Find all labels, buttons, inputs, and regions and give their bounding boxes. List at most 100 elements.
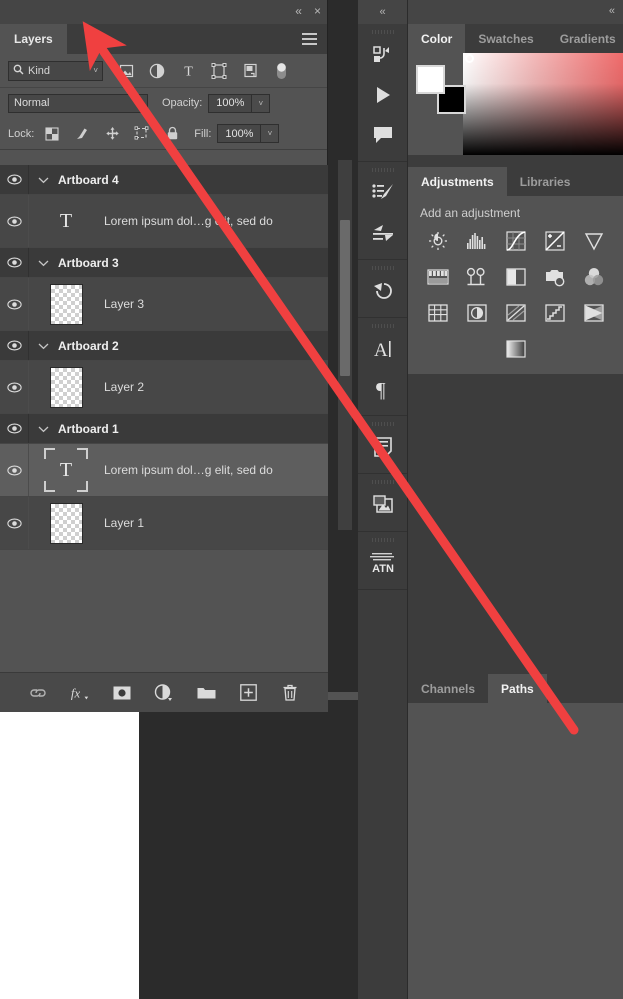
foreground-color-swatch[interactable] [416, 65, 445, 94]
table-row[interactable]: Layer 1 [0, 497, 328, 550]
channel-mixer-icon[interactable] [583, 266, 605, 288]
layer-visibility-toggle[interactable] [0, 299, 28, 310]
lock-image-pixels-icon[interactable] [74, 126, 90, 142]
new-adjustment-layer-icon[interactable] [154, 683, 174, 703]
hamburger-menu-icon[interactable] [302, 33, 317, 48]
tab-libraries[interactable]: Libraries [507, 167, 584, 196]
chevron-down-icon[interactable] [28, 176, 58, 184]
blend-mode-select[interactable]: Normal [8, 93, 148, 113]
scrollbar-thumb[interactable] [340, 220, 350, 376]
color-lookup-icon[interactable] [427, 302, 449, 324]
adjustment-layer-filter-icon[interactable] [148, 62, 166, 80]
panel-grip[interactable] [358, 322, 407, 329]
smart-object-filter-icon[interactable] [241, 62, 259, 80]
table-row[interactable]: Layer 3 [0, 278, 328, 331]
layer-thumbnail[interactable] [28, 366, 104, 408]
layer-visibility-toggle[interactable] [0, 423, 28, 434]
delete-layer-icon[interactable] [280, 683, 300, 703]
hue-saturation-icon[interactable] [426, 266, 449, 288]
play-actions-icon[interactable] [358, 75, 407, 115]
document-canvas[interactable] [0, 700, 139, 999]
panel-grip[interactable] [358, 536, 407, 543]
shape-layer-filter-icon[interactable] [210, 62, 228, 80]
table-row[interactable]: Artboard 2 [0, 331, 328, 361]
filter-kind-dropdown[interactable]: Kind ˅ [8, 60, 103, 81]
curves-icon[interactable] [505, 230, 527, 252]
layer-visibility-toggle[interactable] [0, 216, 28, 227]
tab-gradients[interactable]: Gradients [547, 24, 623, 53]
table-row[interactable]: Artboard 3 [0, 248, 328, 278]
table-row[interactable]: T Lorem ipsum dol…g elit, sed do [0, 195, 328, 248]
layer-thumbnail[interactable]: T [28, 199, 104, 243]
panel-grip[interactable] [358, 478, 407, 485]
layer-visibility-toggle[interactable] [0, 518, 28, 529]
tab-color[interactable]: Color [408, 24, 466, 53]
tab-adjustments[interactable]: Adjustments [408, 167, 507, 196]
layers-panel-scrollbar[interactable] [338, 160, 352, 530]
actions-panel-icon[interactable]: ATN [358, 543, 407, 583]
brush-presets-icon[interactable] [358, 173, 407, 213]
pixel-layer-filter-icon[interactable] [117, 62, 135, 80]
new-layer-icon[interactable] [238, 683, 258, 703]
tool-presets-icon[interactable] [358, 213, 407, 253]
filter-toggle-icon[interactable] [272, 62, 290, 80]
fill-chevron-down-icon[interactable]: ˅ [261, 124, 280, 143]
layer-visibility-toggle[interactable] [0, 382, 28, 393]
tab-channels[interactable]: Channels [408, 674, 488, 703]
paths-panel-body[interactable] [408, 703, 623, 999]
rail-collapse-icon[interactable]: « [358, 0, 407, 24]
color-ramp[interactable] [463, 53, 623, 155]
color-picker-marker-icon[interactable] [465, 54, 474, 63]
lock-artboard-nesting-icon[interactable] [134, 126, 150, 142]
tab-paths[interactable]: Paths [488, 674, 547, 703]
panel-grip[interactable] [358, 420, 407, 427]
character-panel-icon[interactable]: A [358, 329, 407, 369]
layer-comps-icon[interactable] [358, 485, 407, 525]
lock-transparency-icon[interactable] [44, 126, 60, 142]
lock-position-icon[interactable] [104, 126, 120, 142]
table-row[interactable]: Artboard 1 [0, 414, 328, 444]
chevron-down-icon[interactable] [28, 259, 58, 267]
lock-all-icon[interactable] [164, 126, 180, 142]
layer-style-fx-icon[interactable]: fx [70, 683, 90, 703]
exposure-icon[interactable] [544, 230, 566, 252]
paragraph-panel-icon[interactable]: ¶ [358, 369, 407, 409]
layer-thumbnail[interactable]: T [28, 448, 104, 492]
chevron-down-icon[interactable] [28, 342, 58, 350]
black-and-white-icon[interactable] [505, 266, 527, 288]
comments-panel-icon[interactable] [358, 115, 407, 155]
panel-grip[interactable] [358, 28, 407, 35]
gradient-map-icon[interactable] [583, 302, 605, 324]
tab-layers[interactable]: Layers [0, 24, 67, 54]
history-panel-icon[interactable] [358, 35, 407, 75]
layer-list[interactable]: Artboard 4 T Lorem ipsum dol…g elit, sed… [0, 165, 328, 672]
photo-filter-icon[interactable] [544, 266, 566, 288]
invert-icon[interactable] [466, 302, 488, 324]
layer-visibility-toggle[interactable] [0, 174, 28, 185]
dock-collapse-icon[interactable]: « [609, 5, 615, 17]
link-layers-icon[interactable] [28, 683, 48, 703]
type-layer-filter-icon[interactable]: T [179, 62, 197, 80]
collapse-panel-icon[interactable]: « [295, 4, 302, 18]
color-balance-icon[interactable] [466, 266, 488, 288]
close-icon[interactable]: × [314, 4, 321, 18]
layer-thumbnail[interactable] [28, 283, 104, 325]
panel-grip[interactable] [358, 264, 407, 271]
vibrance-icon[interactable] [583, 230, 605, 252]
tab-swatches[interactable]: Swatches [465, 24, 546, 53]
table-row[interactable]: T Lorem ipsum dol…g elit, sed do [0, 444, 328, 497]
panel-grip[interactable] [358, 166, 407, 173]
layer-visibility-toggle[interactable] [0, 465, 28, 476]
layer-visibility-toggle[interactable] [0, 340, 28, 351]
selective-color-icon[interactable] [505, 338, 527, 360]
levels-icon[interactable] [466, 230, 488, 252]
new-group-icon[interactable] [196, 683, 216, 703]
layer-thumbnail[interactable] [28, 502, 104, 544]
table-row[interactable]: Artboard 4 [0, 165, 328, 195]
table-row[interactable]: Layer 2 [0, 361, 328, 414]
threshold-icon[interactable] [544, 302, 566, 324]
fill-input[interactable]: 100% [217, 124, 262, 143]
undo-history-icon[interactable] [358, 271, 407, 311]
add-layer-mask-icon[interactable] [112, 683, 132, 703]
layer-visibility-toggle[interactable] [0, 257, 28, 268]
